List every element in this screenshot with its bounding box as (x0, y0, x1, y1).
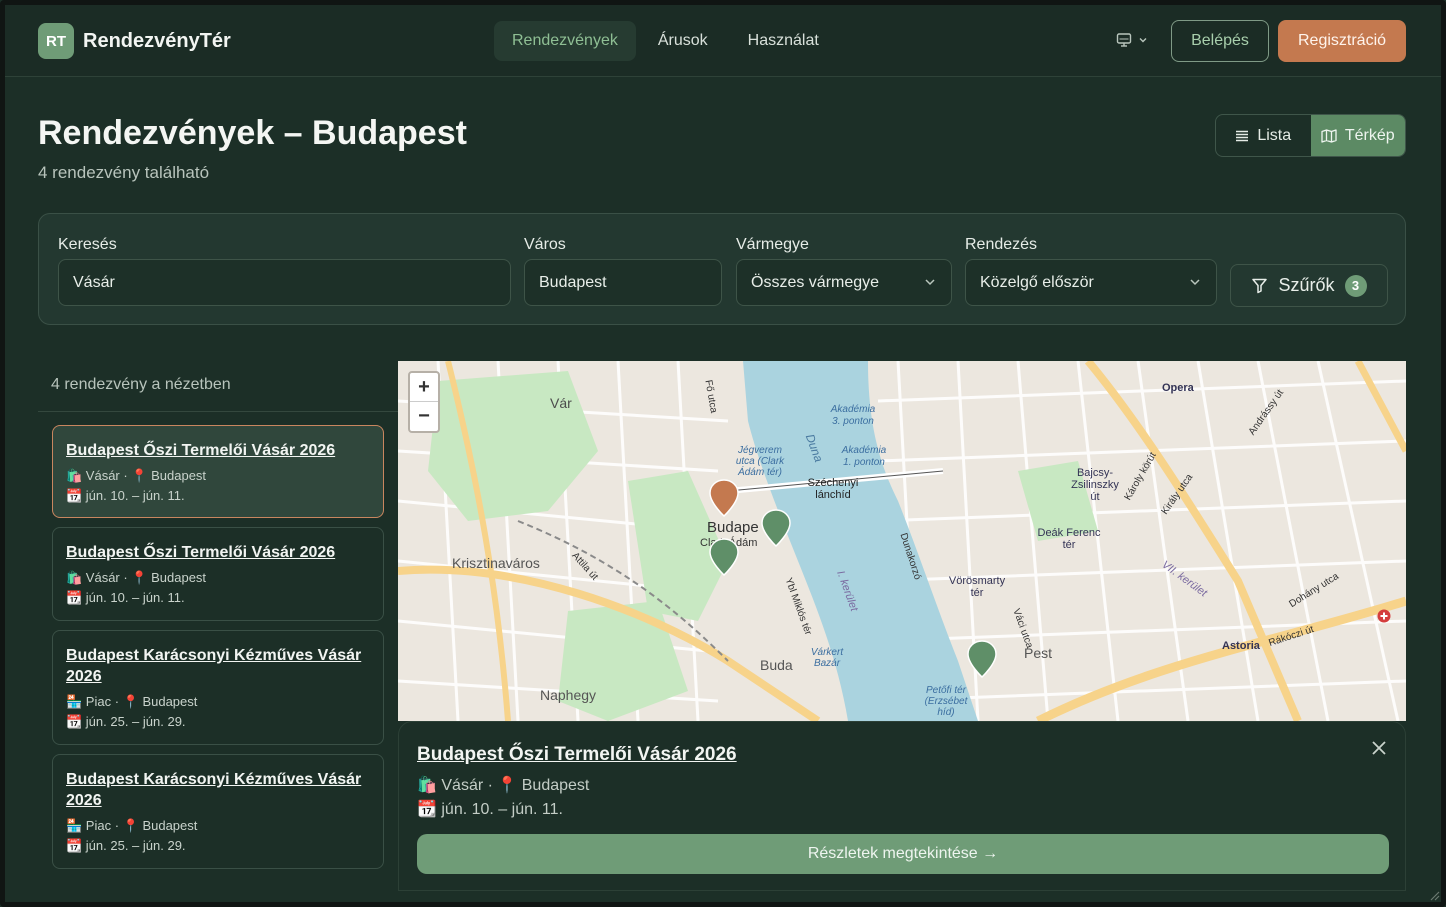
map-label: Bajcsy-Zsilinszky út (1071, 467, 1119, 503)
event-card-meta: 🛍️ Vásár · 📍 Budapest (66, 468, 207, 483)
chevron-down-icon (925, 279, 935, 286)
map-label: Buda (760, 657, 793, 673)
filter-icon (1252, 278, 1268, 294)
preview-meta: 🛍️ Vásár · 📍 Budapest (417, 777, 590, 794)
register-button[interactable]: Regisztráció (1278, 20, 1406, 62)
event-card[interactable]: Budapest Őszi Termelői Vásár 2026 🛍️ Vás… (52, 425, 384, 518)
county-select[interactable]: Összes vármegye (736, 259, 952, 306)
list-divider (38, 411, 398, 412)
login-button[interactable]: Belépés (1171, 20, 1269, 62)
event-pin-selected[interactable] (709, 479, 739, 517)
preview-date: 📆 jún. 10. – jún. 11. (417, 801, 563, 818)
preview-title[interactable]: Budapest Őszi Termelői Vásár 2026 (417, 744, 737, 766)
zoom-in-button[interactable]: + (410, 373, 438, 402)
event-card[interactable]: Budapest Őszi Termelői Vásár 2026 🛍️ Vás… (52, 527, 384, 621)
logo[interactable]: RT RendezvényTér (38, 23, 231, 59)
map-view-label: Térkép (1344, 126, 1395, 144)
chevron-down-icon (1190, 279, 1200, 286)
sort-select-value: Közelgő először (980, 273, 1094, 291)
map-label: Krisztinaváros (452, 555, 540, 571)
map-label: Jégverem utca (Clark Ádám tér) (735, 445, 785, 478)
sort-select[interactable]: Közelgő először (965, 259, 1217, 306)
chevron-down-icon (1139, 38, 1147, 43)
monitor-icon (1116, 33, 1132, 47)
map-view-button[interactable]: Térkép (1310, 115, 1405, 156)
events-map[interactable]: Vár Budape Clark Ádám Krisztinaváros Dun… (398, 361, 1406, 721)
map-label: Várkert Bazár (810, 647, 844, 669)
city-input[interactable]: Budapest (524, 259, 722, 306)
map-label: Opera (1162, 382, 1194, 394)
view-toggle: Lista Térkép (1215, 114, 1406, 157)
search-input[interactable]: Vásár (58, 259, 511, 306)
event-card-meta: 🛍️ Vásár · 📍 Budapest (66, 570, 207, 585)
map-label: Petőfi tér (Erzsébet híd) (924, 685, 968, 718)
map-label: Vár (550, 395, 572, 411)
close-icon[interactable] (1371, 740, 1387, 756)
event-pin[interactable] (761, 509, 791, 547)
event-card[interactable]: Budapest Karácsonyi Kézműves Vásár 2026 … (52, 754, 384, 869)
search-label: Keresés (58, 236, 117, 253)
zoom-out-button[interactable]: − (410, 402, 438, 431)
resize-grip-icon[interactable] (1428, 889, 1440, 901)
filters-button-label: Szűrők (1278, 275, 1335, 295)
map-zoom-control: + − (408, 371, 440, 433)
map-label: Astoria (1222, 640, 1260, 652)
county-select-value: Összes vármegye (751, 273, 880, 291)
list-view-label: Lista (1257, 126, 1292, 144)
event-card-meta: 🏪 Piac · 📍 Budapest (66, 694, 198, 709)
nav-vendors[interactable]: Árusok (640, 21, 726, 61)
nav-usage[interactable]: Használat (730, 21, 837, 61)
map-label: Deák Ferenc tér (1037, 527, 1101, 551)
top-navbar: RT RendezvényTér Rendezvények Árusok Has… (5, 5, 1441, 77)
event-pin[interactable] (709, 538, 739, 576)
event-pin[interactable] (967, 640, 997, 678)
event-card[interactable]: Budapest Karácsonyi Kézműves Vásár 2026 … (52, 630, 384, 745)
event-card-title[interactable]: Budapest Karácsonyi Kézműves Vásár 2026 (66, 645, 370, 687)
map-label: Budape (707, 519, 759, 536)
event-card-date: 📆 jún. 25. – jún. 29. (66, 714, 186, 729)
main-nav: Rendezvények Árusok Használat (494, 21, 841, 61)
city-label: Város (524, 236, 566, 253)
filter-panel: Keresés Vásár Város Budapest Vármegye Ös… (38, 213, 1406, 325)
list-icon (1236, 130, 1249, 141)
list-view-button[interactable]: Lista (1216, 115, 1311, 156)
list-header: 4 rendezvény a nézetben (51, 376, 231, 393)
map-label: Akadémia 3. ponton (830, 404, 876, 427)
theme-toggle[interactable] (1116, 32, 1148, 48)
map-label: Vörösmarty tér (948, 575, 1006, 599)
event-card-date: 📆 jún. 25. – jún. 29. (66, 838, 186, 853)
event-card-date: 📆 jún. 10. – jún. 11. (66, 488, 185, 503)
logo-badge: RT (38, 23, 74, 59)
view-details-button[interactable]: Részletek megtekintése → (417, 834, 1389, 874)
county-label: Vármegye (736, 236, 809, 253)
sort-label: Rendezés (965, 236, 1038, 253)
page-title: Rendezvények – Budapest (38, 114, 467, 152)
logo-text: RendezvényTér (83, 29, 231, 52)
results-count: 4 rendezvény található (38, 163, 210, 182)
map-icon (1321, 128, 1337, 143)
event-card-title[interactable]: Budapest Őszi Termelői Vásár 2026 (66, 542, 370, 563)
map-label: Széchenyi lánchíd (807, 477, 859, 501)
event-card-meta: 🏪 Piac · 📍 Budapest (66, 818, 198, 833)
event-card-title[interactable]: Budapest Őszi Termelői Vásár 2026 (66, 440, 370, 461)
event-preview-panel: Budapest Őszi Termelői Vásár 2026 🛍️ Vás… (398, 721, 1406, 891)
event-card-title[interactable]: Budapest Karácsonyi Kézműves Vásár 2026 (66, 769, 370, 811)
event-card-date: 📆 jún. 10. – jún. 11. (66, 590, 185, 605)
filters-count-badge: 3 (1344, 274, 1367, 297)
nav-events[interactable]: Rendezvények (494, 21, 636, 61)
map-label: Naphegy (540, 687, 597, 703)
map-label: Akadémia 1. ponton (841, 445, 887, 468)
filters-button[interactable]: Szűrők 3 (1230, 264, 1388, 307)
hospital-icon (1377, 609, 1391, 623)
